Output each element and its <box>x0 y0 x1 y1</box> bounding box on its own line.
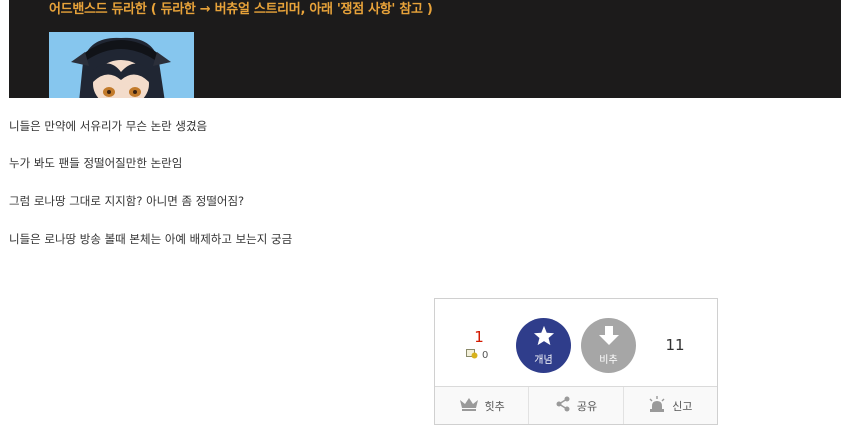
post-text-line: 그럼 로나땅 그대로 지지함? 아니면 좀 정떨어짐? <box>9 194 245 208</box>
upvote-button[interactable]: 개념 <box>516 318 571 373</box>
post-text-line: 니들은 만약에 서유리가 무슨 논란 생겼음 <box>9 119 208 133</box>
downvote-button[interactable]: 비추 <box>581 318 636 373</box>
upvote-label: 개념 <box>534 355 553 366</box>
fixed-reco-icon <box>466 349 478 362</box>
siren-icon <box>648 396 666 415</box>
share-button[interactable]: 공유 <box>528 387 622 424</box>
downvote-count: 11 <box>665 336 685 354</box>
hit-recommend-label: 힛추 <box>484 399 505 413</box>
hit-recommend-button[interactable]: 힛추 <box>435 387 528 424</box>
post-text-line: 니들은 로나땅 방송 볼때 본체는 아예 배제하고 보는지 궁금 <box>9 232 293 246</box>
post-banner-image: 어드밴스드 듀라한 ( 듀라한 → 버츄얼 스트리머, 아래 '쟁점 사항' 참… <box>9 0 841 98</box>
post-actions: 힛추 공유 신고 <box>435 386 717 424</box>
share-label: 공유 <box>576 399 598 413</box>
report-button[interactable]: 신고 <box>622 387 717 424</box>
fixed-recommend-count: 0 <box>466 349 488 362</box>
post-text-line: 누가 봐도 팬들 정떨어질만한 논란임 <box>9 156 183 170</box>
vote-area: 1 0 개념 비추 11 <box>435 299 717 388</box>
upvote-count: 1 <box>474 328 484 346</box>
share-icon <box>555 396 571 415</box>
character-thumbnail <box>49 32 194 98</box>
star-icon <box>533 325 555 350</box>
fixed-count-value: 0 <box>482 350 489 361</box>
crown-icon <box>459 397 479 414</box>
recommend-box: 1 0 개념 비추 11 힛추 공유 신고 <box>434 298 718 425</box>
downvote-label: 비추 <box>599 355 618 366</box>
arrow-down-icon <box>598 325 620 350</box>
banner-caption: 어드밴스드 듀라한 ( 듀라한 → 버츄얼 스트리머, 아래 '쟁점 사항' 참… <box>49 2 433 17</box>
report-label: 신고 <box>672 399 693 413</box>
